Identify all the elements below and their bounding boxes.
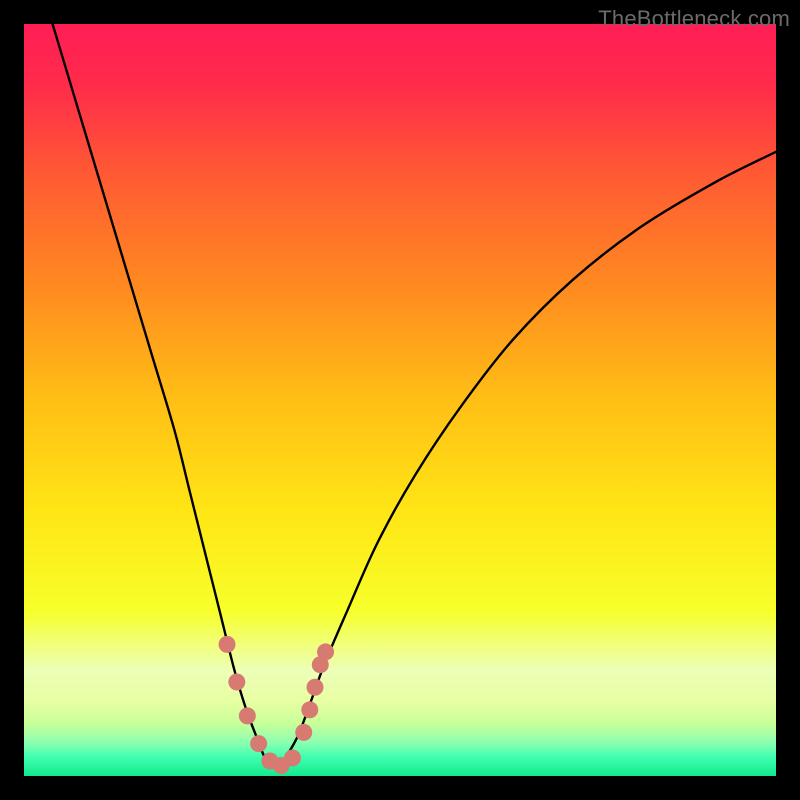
curve-marker (239, 707, 256, 724)
curve-marker (317, 643, 334, 660)
curve-marker (219, 636, 236, 653)
curve-marker (307, 679, 324, 696)
chart-frame (24, 24, 776, 776)
curve-marker (295, 724, 312, 741)
curve-marker (284, 749, 301, 766)
curve-marker (301, 701, 318, 718)
curve-marker (250, 735, 267, 752)
curve-marker (228, 674, 245, 691)
gradient-background (24, 24, 776, 776)
chart-svg (24, 24, 776, 776)
watermark-text: TheBottleneck.com (598, 6, 790, 32)
